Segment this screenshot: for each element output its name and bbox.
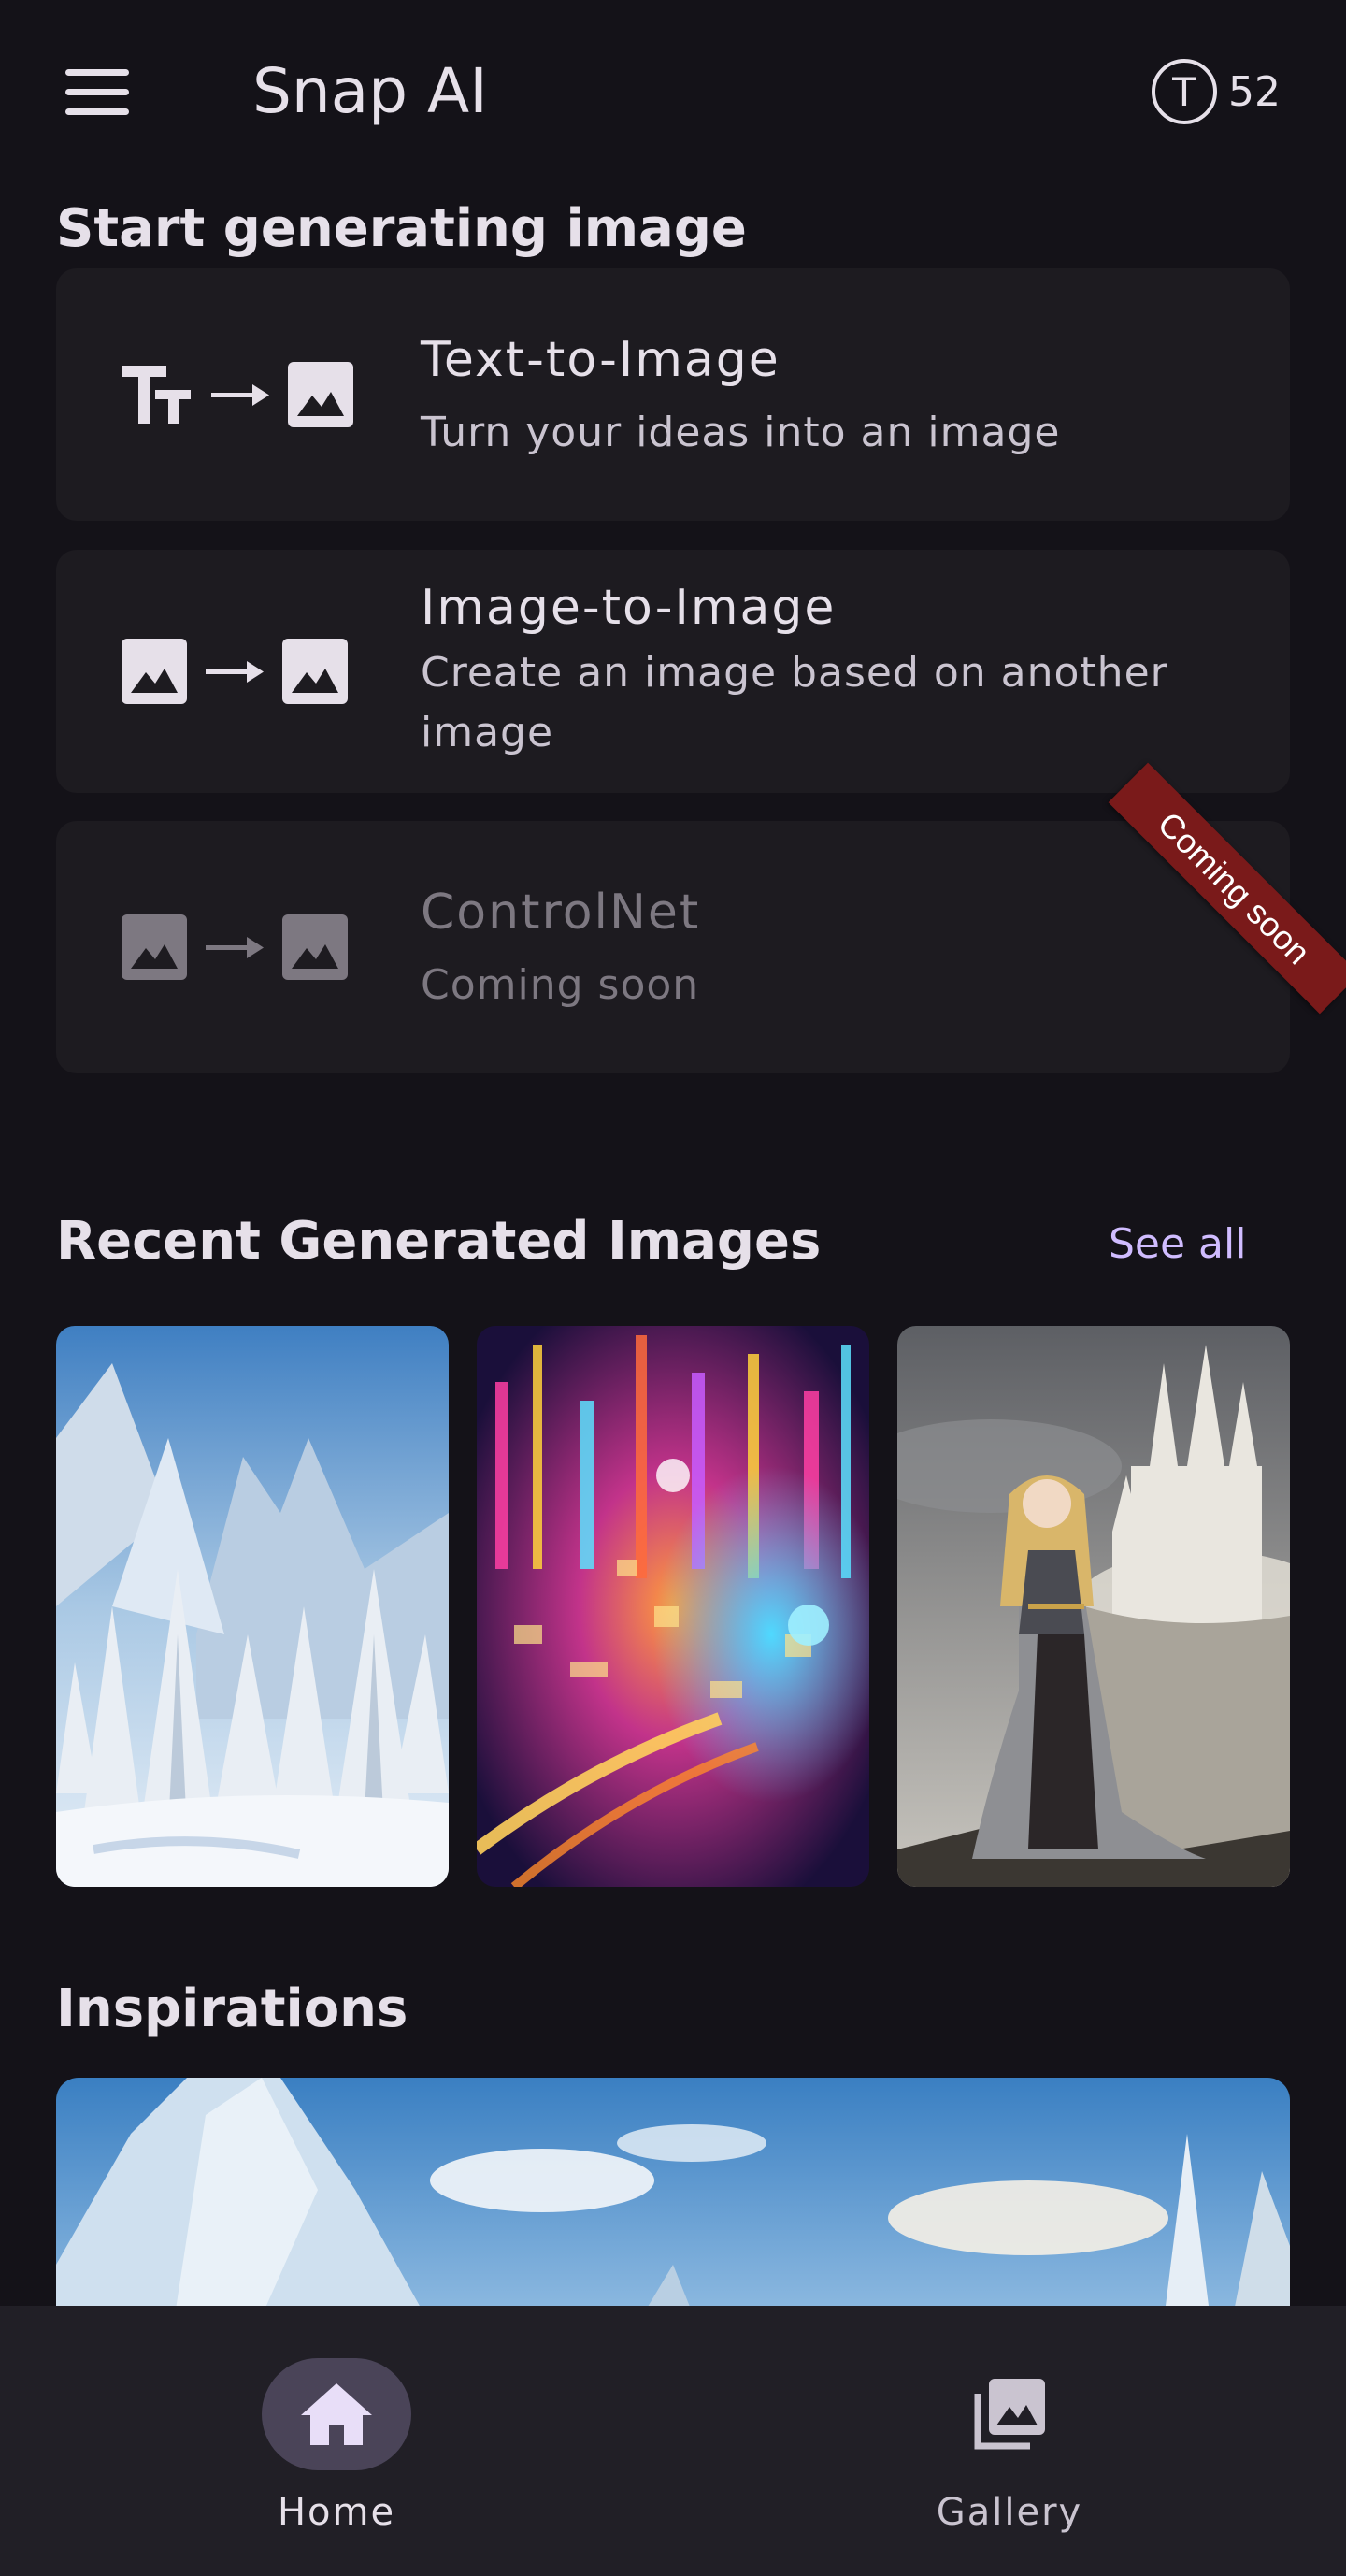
image-icon (282, 639, 348, 704)
bottom-navigation: Home Gallery (0, 2306, 1346, 2576)
card-subtitle: Coming soon (421, 961, 700, 1009)
arrow-right-icon (206, 661, 264, 683)
image-icon (288, 362, 353, 427)
card-icons (122, 639, 348, 704)
nav-home-indicator (262, 2358, 411, 2470)
menu-button[interactable] (54, 60, 140, 125)
card-title: ControlNet (421, 885, 701, 941)
image-icon (282, 914, 348, 980)
recent-image-neon-city[interactable] (477, 1326, 869, 1887)
inspirations-section-title: Inspirations (56, 1979, 408, 2039)
controlnet-card: ControlNet Coming soon (56, 821, 1290, 1073)
arrow-right-icon (206, 937, 264, 958)
top-app-bar: Snap AI T 52 (0, 0, 1346, 187)
recent-image-snowy-forest[interactable] (56, 1326, 449, 1887)
nav-home[interactable]: Home (187, 2358, 486, 2545)
app-title: Snap AI (252, 55, 488, 127)
neon-city-image (477, 1326, 869, 1887)
image-to-image-card[interactable]: Image-to-Image Create an image based on … (56, 550, 1290, 793)
nav-gallery-label: Gallery (936, 2491, 1083, 2534)
home-icon (301, 2383, 372, 2445)
text-to-image-card[interactable]: Text-to-Image Turn your ideas into an im… (56, 268, 1290, 521)
image-icon (122, 914, 187, 980)
gallery-icon (974, 2379, 1045, 2450)
knight-castle-image (897, 1326, 1290, 1887)
nav-home-label: Home (277, 2491, 396, 2534)
nav-gallery-indicator (935, 2358, 1084, 2470)
see-all-link[interactable]: See all (1109, 1212, 1246, 1277)
token-icon: T (1152, 59, 1217, 124)
menu-icon-bar (65, 108, 129, 115)
start-section-title: Start generating image (56, 198, 747, 259)
card-icons (122, 914, 348, 980)
token-count: 52 (1228, 67, 1281, 116)
card-subtitle: Turn your ideas into an image (421, 409, 1061, 456)
token-balance[interactable]: T 52 (1152, 54, 1281, 129)
recent-section-title: Recent Generated Images (56, 1211, 822, 1272)
menu-icon (65, 69, 129, 76)
card-icons (122, 362, 353, 427)
menu-icon-bar (65, 89, 129, 95)
snowy-forest-image (56, 1326, 449, 1887)
nav-gallery[interactable]: Gallery (860, 2358, 1159, 2545)
card-subtitle: Create an image based on another image (421, 649, 1168, 756)
recent-image-knight-castle[interactable] (897, 1326, 1290, 1887)
card-title: Text-to-Image (421, 332, 780, 388)
text-size-icon (122, 366, 191, 424)
card-title: Image-to-Image (421, 580, 837, 636)
image-icon (122, 639, 187, 704)
arrow-right-icon (211, 384, 269, 406)
